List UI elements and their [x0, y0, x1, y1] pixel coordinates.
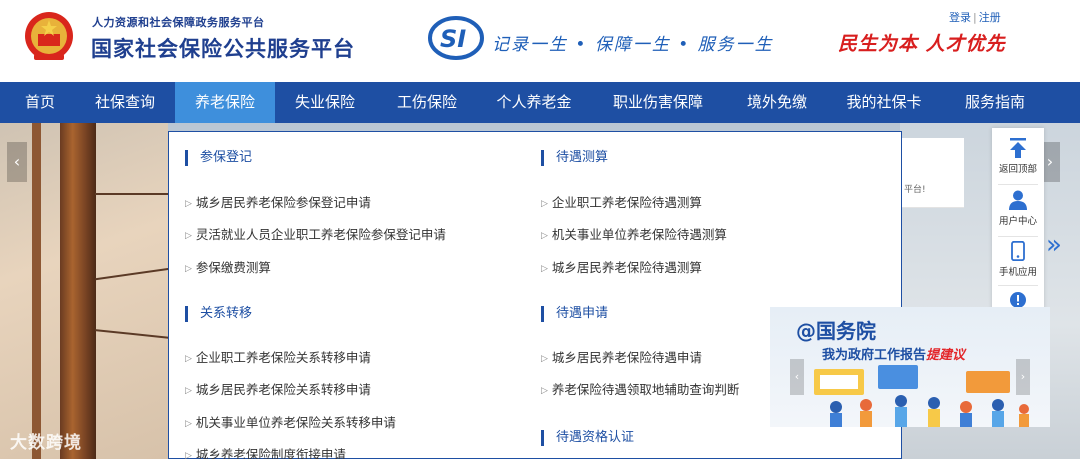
- triangle-right-icon: ▷: [185, 231, 192, 241]
- triangle-right-icon: ▷: [185, 451, 192, 459]
- section-registration: 参保登记: [185, 150, 252, 166]
- triangle-right-icon: ▷: [541, 386, 548, 396]
- triangle-right-icon: ▷: [541, 264, 548, 274]
- arrow-up-icon: [1010, 138, 1026, 158]
- link-resident-registration[interactable]: ▷ 城乡居民养老保险参保登记申请: [185, 192, 371, 211]
- sidebar-divider: [998, 285, 1038, 286]
- link-label: 企业职工养老保险关系转移申请: [195, 350, 371, 365]
- feedback-button[interactable]: [992, 292, 1044, 308]
- section-benefit-apply: 待遇申请: [541, 306, 608, 322]
- link-label: 城乡居民养老保险待遇测算: [551, 260, 702, 275]
- site-header: 人力资源和社会保障政务服务平台 国家社会保险公共服务平台 SI 记录一生 • 保…: [0, 0, 1080, 82]
- section-qualification[interactable]: 待遇资格认证: [541, 430, 634, 446]
- triangle-right-icon: ▷: [185, 264, 192, 274]
- auth-links: 登录 | 注册: [949, 9, 1001, 25]
- triangle-right-icon: ▷: [541, 199, 548, 209]
- carousel-prev-button[interactable]: ‹: [7, 142, 27, 182]
- promo-subtitle-prefix: 我为政府工作报告: [822, 348, 927, 363]
- national-emblem-icon: [25, 12, 73, 60]
- link-flexible-registration[interactable]: ▷ 灵活就业人员企业职工养老保险参保登记申请: [185, 224, 446, 243]
- main-nav: 首页 社保查询 养老保险 失业保险 工伤保险 个人养老金 职业伤害保障 境外免缴…: [0, 82, 1080, 123]
- sidebar-divider: [998, 184, 1038, 185]
- notice-card: 平台!: [900, 138, 964, 208]
- double-chevron-right-icon[interactable]: »: [1046, 230, 1062, 260]
- register-link[interactable]: 注册: [979, 11, 1001, 24]
- crowd-illustration-icon: [814, 365, 1029, 427]
- sidebar-label: 用户中心: [998, 216, 1037, 227]
- nav-item-personal-pension[interactable]: 个人养老金: [482, 82, 586, 123]
- nav-item-query[interactable]: 社保查询: [80, 82, 170, 123]
- link-resident-benefit-calc[interactable]: ▷ 城乡居民养老保险待遇测算: [541, 257, 702, 276]
- nav-item-pension[interactable]: 养老保险: [175, 82, 275, 123]
- link-enterprise-transfer[interactable]: ▷ 企业职工养老保险关系转移申请: [185, 347, 371, 366]
- nav-item-home[interactable]: 首页: [0, 82, 80, 123]
- triangle-right-icon: ▷: [541, 354, 548, 364]
- triangle-right-icon: ▷: [185, 199, 192, 209]
- link-system-linkage[interactable]: ▷ 城乡养老保险制度衔接申请: [185, 444, 346, 459]
- hero-wire: [95, 329, 170, 339]
- promo-banner[interactable]: @国务院 我为政府工作报告提建议 ‹ ›: [770, 307, 1050, 427]
- sidebar-label: 返回顶部: [998, 164, 1037, 175]
- nav-item-occupational[interactable]: 职业伤害保障: [598, 82, 718, 123]
- link-label: 城乡养老保险制度衔接申请: [195, 447, 346, 459]
- link-institution-transfer[interactable]: ▷ 机关事业单位养老保险关系转移申请: [185, 412, 396, 431]
- service-slogan: 记录一生 • 保障一生 • 服务一生: [492, 35, 774, 55]
- back-to-top-button[interactable]: 返回顶部: [992, 138, 1044, 175]
- triangle-right-icon: ▷: [185, 386, 192, 396]
- link-label: 城乡居民养老保险参保登记申请: [195, 195, 371, 210]
- triangle-right-icon: ▷: [185, 419, 192, 429]
- hero-wire: [95, 193, 170, 195]
- promo-next-button[interactable]: ›: [1016, 359, 1030, 395]
- link-benefit-location-query[interactable]: ▷ 养老保险待遇领取地辅助查询判断: [541, 379, 739, 398]
- triangle-right-icon: ▷: [185, 354, 192, 364]
- hero-pole-thin: [32, 123, 41, 459]
- nav-item-my-card[interactable]: 我的社保卡: [832, 82, 936, 123]
- section-benefit-calc: 待遇测算: [541, 150, 608, 166]
- org-subtitle: 人力资源和社会保障政务服务平台: [92, 16, 265, 29]
- mobile-app-button[interactable]: 手机应用: [992, 241, 1044, 278]
- nav-item-injury[interactable]: 工伤保险: [382, 82, 472, 123]
- alert-icon: [1010, 292, 1026, 308]
- link-resident-transfer[interactable]: ▷ 城乡居民养老保险关系转移申请: [185, 379, 371, 398]
- section-transfer: 关系转移: [185, 306, 252, 322]
- watermark-logo: 大数跨境: [10, 433, 82, 453]
- auth-divider: |: [973, 11, 977, 24]
- promo-subtitle-highlight: 提建议: [926, 348, 966, 363]
- link-enterprise-benefit-calc[interactable]: ▷ 企业职工养老保险待遇测算: [541, 192, 702, 211]
- svg-text:SI: SI: [440, 25, 466, 53]
- side-toolbar: 返回顶部 用户中心 手机应用: [992, 128, 1044, 314]
- promo-prev-button[interactable]: ‹: [790, 359, 804, 395]
- hero-pole: [60, 123, 96, 459]
- login-link[interactable]: 登录: [949, 11, 971, 24]
- link-label: 参保缴费测算: [195, 260, 271, 275]
- triangle-right-icon: ▷: [541, 231, 548, 241]
- si-logo-icon: SI: [428, 16, 484, 60]
- sidebar-divider: [998, 236, 1038, 237]
- motto-text: 民生为本 人才优先: [838, 33, 1006, 55]
- site-title[interactable]: 国家社会保险公共服务平台: [91, 33, 355, 63]
- hero-wire: [95, 267, 170, 281]
- user-icon: [1009, 190, 1027, 210]
- promo-title: @国务院: [796, 319, 876, 343]
- link-label: 城乡居民养老保险关系转移申请: [195, 382, 371, 397]
- link-label: 机关事业单位养老保险待遇测算: [551, 227, 727, 242]
- link-institution-benefit-calc[interactable]: ▷ 机关事业单位养老保险待遇测算: [541, 224, 727, 243]
- nav-item-unemployment[interactable]: 失业保险: [280, 82, 370, 123]
- link-label: 城乡居民养老保险待遇申请: [551, 350, 702, 365]
- sidebar-label: 手机应用: [998, 267, 1037, 278]
- notice-text: 平台!: [904, 185, 926, 195]
- nav-item-guide[interactable]: 服务指南: [950, 82, 1040, 123]
- link-label: 养老保险待遇领取地辅助查询判断: [551, 382, 740, 397]
- phone-icon: [1011, 241, 1025, 261]
- link-contribution-calc[interactable]: ▷ 参保缴费测算: [185, 257, 271, 276]
- link-label: 灵活就业人员企业职工养老保险参保登记申请: [195, 227, 446, 242]
- user-center-button[interactable]: 用户中心: [992, 190, 1044, 227]
- promo-subtitle: 我为政府工作报告提建议: [822, 344, 965, 363]
- nav-item-overseas[interactable]: 境外免缴: [732, 82, 822, 123]
- link-resident-benefit-apply[interactable]: ▷ 城乡居民养老保险待遇申请: [541, 347, 702, 366]
- link-label: 企业职工养老保险待遇测算: [551, 195, 702, 210]
- link-label: 机关事业单位养老保险关系转移申请: [195, 415, 396, 430]
